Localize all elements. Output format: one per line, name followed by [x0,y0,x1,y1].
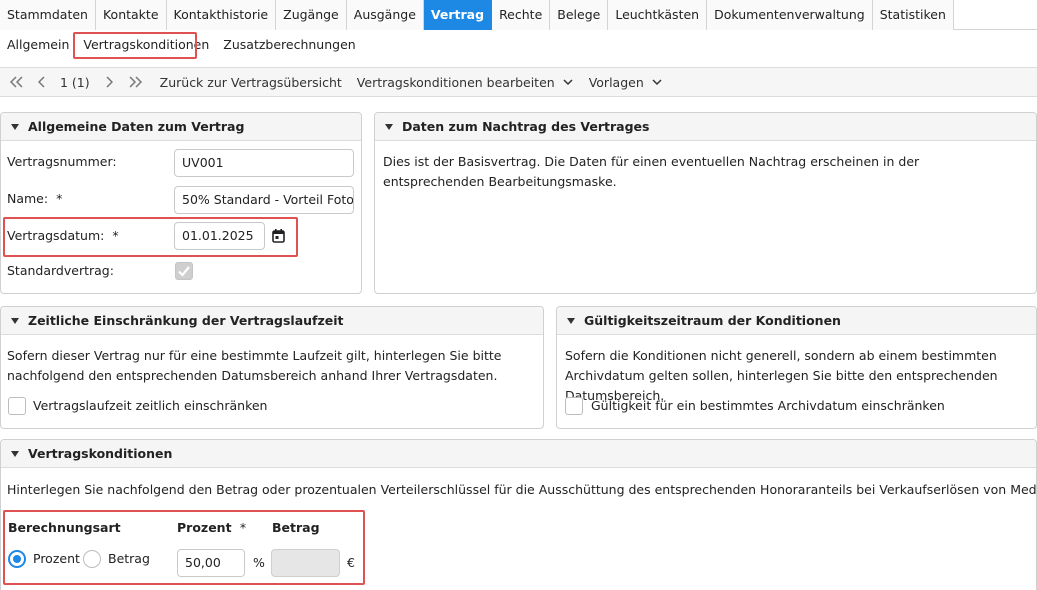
main-tabs: Stammdaten Kontakte Kontakthistorie Zugä… [0,0,1037,30]
panel-title: Allgemeine Daten zum Vertrag [28,119,245,134]
tab-dokumentenverwaltung[interactable]: Dokumentenverwaltung [707,0,873,30]
percent-unit: % [253,555,265,570]
percent-input[interactable]: 50,00 [177,549,245,577]
name-label: Name: * [7,191,62,206]
tab-vertrag[interactable]: Vertrag [423,0,493,30]
calendar-icon[interactable] [272,229,285,246]
calc-type-label: Berechnungsart [8,520,121,535]
term-restriction-checkbox[interactable] [8,397,26,415]
tab-leuchtkaesten[interactable]: Leuchtkästen [608,0,708,30]
panel-title: Zeitliche Einschränkung der Vertragslauf… [28,313,344,328]
radio-amount-label[interactable]: Betrag [108,551,150,566]
contract-date-input[interactable]: 01.01.2025 [174,222,265,250]
edit-conditions-menu[interactable]: Vertragskonditionen bearbeiten [357,75,573,90]
percent-column-label: Prozent * [177,520,246,535]
percent-column-label-text: Prozent [177,520,232,535]
subtab-allgemein[interactable]: Allgemein [0,32,76,58]
contract-number-input[interactable]: UV001 [174,149,354,177]
general-data-panel: Allgemeine Daten zum Vertrag Vertragsnum… [0,112,362,294]
tab-stammdaten[interactable]: Stammdaten [0,0,96,30]
conditions-panel: Vertragskonditionen Hinterlegen Sie nach… [0,439,1037,590]
tab-kontakte[interactable]: Kontakte [95,0,167,30]
radio-percent-label[interactable]: Prozent [33,551,80,566]
chevron-down-icon [652,78,662,85]
caret-down-icon [11,450,19,457]
required-mark: * [112,228,119,243]
validity-panel: Gültigkeitszeitraum der Konditionen Sofe… [556,306,1037,429]
subtab-vertragskonditionen[interactable]: Vertragskonditionen [76,32,216,58]
chevron-down-icon [563,78,573,85]
caret-down-icon [11,123,19,130]
double-chevron-right-icon[interactable] [128,76,142,88]
required-mark: * [56,191,63,206]
name-label-text: Name: [7,191,49,206]
conditions-header[interactable]: Vertragskonditionen [1,440,1036,468]
contract-date-label: Vertragsdatum: * [7,228,119,243]
amount-column-label: Betrag [272,520,320,535]
conditions-text: Hinterlegen Sie nachfolgend den Betrag o… [7,482,1037,497]
templates-menu[interactable]: Vorlagen [589,75,662,90]
validity-checkbox-label[interactable]: Gültigkeit für ein bestimmtes Archivdatu… [591,398,945,413]
caret-down-icon [11,317,19,324]
radio-percent[interactable] [8,550,26,568]
chevron-left-icon[interactable] [38,76,46,88]
validity-header[interactable]: Gültigkeitszeitraum der Konditionen [557,307,1036,335]
validity-checkbox[interactable] [565,397,583,415]
double-chevron-left-icon[interactable] [10,76,24,88]
standard-contract-label: Standardvertrag: [7,263,114,278]
tab-kontakthistorie[interactable]: Kontakthistorie [166,0,277,30]
name-input[interactable]: 50% Standard - Vorteil Foto [174,186,354,214]
checkmark-icon [178,266,190,277]
term-restriction-header[interactable]: Zeitliche Einschränkung der Vertragslauf… [1,307,543,335]
tab-rechte[interactable]: Rechte [492,0,551,30]
contract-number-label: Vertragsnummer: [7,154,117,169]
edit-conditions-label: Vertragskonditionen bearbeiten [356,74,555,90]
general-data-header[interactable]: Allgemeine Daten zum Vertrag [1,113,361,141]
validity-text: Sofern die Konditionen nicht generell, s… [565,348,998,403]
term-restriction-text: Sofern dieser Vertrag nur für eine besti… [7,348,502,383]
amendment-text: Dies ist der Basisvertrag. Die Daten für… [383,154,920,189]
term-restriction-checkbox-label[interactable]: Vertragslaufzeit zeitlich einschränken [33,398,267,413]
amount-input[interactable] [271,549,340,577]
panel-title: Vertragskonditionen [28,446,173,461]
sub-tabs: Allgemein Vertragskonditionen Zusatzbere… [0,30,1037,60]
amendment-panel: Daten zum Nachtrag des Vertrages Dies is… [374,112,1037,294]
page-info: 1 (1) [60,74,90,90]
caret-down-icon [385,123,393,130]
templates-label: Vorlagen [588,74,644,90]
tab-zugaenge[interactable]: Zugänge [276,0,347,30]
panel-title: Daten zum Nachtrag des Vertrages [402,119,650,134]
term-restriction-panel: Zeitliche Einschränkung der Vertragslauf… [0,306,544,429]
standard-contract-checkbox[interactable] [175,262,193,280]
chevron-right-icon[interactable] [105,76,113,88]
amount-unit: € [347,555,355,570]
radio-amount[interactable] [83,550,101,568]
required-mark: * [239,520,247,535]
contract-date-label-text: Vertragsdatum: [7,228,105,243]
caret-down-icon [567,317,575,324]
amendment-header[interactable]: Daten zum Nachtrag des Vertrages [375,113,1036,141]
tab-ausgaenge[interactable]: Ausgänge [346,0,424,30]
toolbar: 1 (1) Zurück zur Vertragsübersicht Vertr… [0,67,1037,97]
tab-belege[interactable]: Belege [550,0,609,30]
tab-statistiken[interactable]: Statistiken [872,0,954,30]
subtab-zusatzberechnungen[interactable]: Zusatzberechnungen [216,32,362,58]
panel-title: Gültigkeitszeitraum der Konditionen [584,313,841,328]
back-to-overview-link[interactable]: Zurück zur Vertragsübersicht [160,75,342,90]
